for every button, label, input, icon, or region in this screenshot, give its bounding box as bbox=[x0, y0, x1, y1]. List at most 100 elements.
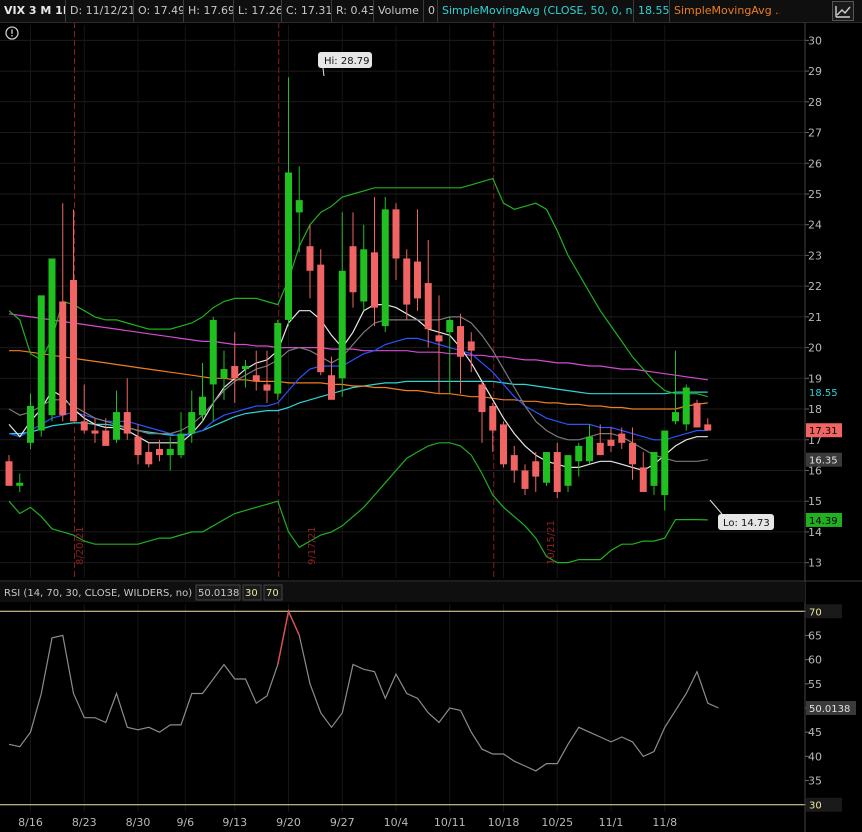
candle-body bbox=[48, 258, 56, 416]
candle-body bbox=[102, 430, 110, 446]
candle-body bbox=[263, 384, 271, 391]
volume-label: Volume bbox=[374, 0, 424, 22]
candle-body bbox=[596, 442, 604, 456]
price-tick-label: 19 bbox=[808, 372, 822, 385]
rsi-tick-label: 60 bbox=[808, 654, 822, 667]
tag-text: 30 bbox=[809, 801, 822, 812]
candle-body bbox=[414, 261, 421, 299]
candle-body bbox=[360, 249, 368, 302]
candle-body bbox=[489, 405, 497, 431]
hi-label: Hi: 28.79 bbox=[324, 56, 369, 67]
price-tick-label: 26 bbox=[808, 157, 822, 170]
price-tick-label: 21 bbox=[808, 311, 822, 324]
candle-body bbox=[252, 375, 260, 382]
open-readout: O: 17.49 bbox=[134, 0, 184, 22]
rsi-70-tag: 70 bbox=[806, 604, 842, 619]
alert-icon[interactable] bbox=[5, 26, 19, 40]
time-tick-label: 10/4 bbox=[384, 816, 409, 829]
candle-body bbox=[274, 323, 282, 394]
tag-text: 17.31 bbox=[809, 426, 838, 437]
candle-body bbox=[618, 433, 626, 443]
candle-body bbox=[682, 387, 690, 425]
sma-other-label[interactable]: SimpleMovingAvg ... bbox=[670, 0, 780, 22]
study-header-bar: VIX 3 M 1D D: 11/12/21 O: 17.49 H: 17.69… bbox=[0, 0, 862, 23]
low-readout: L: 17.26 bbox=[234, 0, 282, 22]
price-tick-label: 24 bbox=[808, 219, 822, 232]
close-price-tag: 17.31 bbox=[806, 423, 842, 438]
candle-body bbox=[543, 452, 550, 483]
trend-settings-icon bbox=[835, 6, 851, 18]
candle-body bbox=[607, 439, 615, 446]
candle-body bbox=[403, 258, 411, 305]
candle-body bbox=[220, 369, 228, 379]
candle-body bbox=[500, 424, 507, 465]
candle-body bbox=[134, 436, 142, 456]
candle-body bbox=[693, 402, 701, 428]
candle-body bbox=[338, 270, 346, 379]
candle-body bbox=[80, 421, 88, 431]
rsi-30-tag: 30 bbox=[806, 797, 842, 812]
candle-body bbox=[199, 396, 206, 416]
rsi-tick-label: 40 bbox=[808, 750, 822, 763]
price-tick-label: 27 bbox=[808, 127, 822, 140]
candle-body bbox=[392, 209, 400, 259]
high-readout: H: 17.69 bbox=[184, 0, 234, 22]
candle-body bbox=[242, 366, 249, 370]
price-tick-label: 18 bbox=[808, 403, 822, 416]
time-tick-label: 11/1 bbox=[599, 816, 624, 829]
candle-body bbox=[629, 442, 636, 465]
candle-body bbox=[521, 470, 529, 489]
candle-body bbox=[295, 200, 303, 213]
candle-body bbox=[661, 430, 669, 496]
hi-callout: Hi: 28.79 bbox=[318, 52, 372, 77]
candle-body bbox=[306, 246, 314, 271]
candle-body bbox=[575, 445, 583, 462]
price-tags: 18.55 17.31 16.35 14.39 70 50.0138 30 bbox=[806, 385, 856, 812]
sma50-label[interactable]: SimpleMovingAvg (CLOSE, 50, 0, no) bbox=[438, 0, 634, 22]
time-tick-label: 11/8 bbox=[652, 816, 677, 829]
time-tick-label: 8/23 bbox=[72, 816, 97, 829]
candle-body bbox=[123, 412, 131, 434]
candle-body bbox=[467, 341, 475, 351]
time-tick-label: 8/16 bbox=[18, 816, 43, 829]
candle-body bbox=[457, 326, 464, 357]
gray-avg-price-tag: 16.35 bbox=[806, 452, 842, 467]
price-tick-label: 15 bbox=[808, 495, 822, 508]
candle-body bbox=[209, 319, 217, 385]
price-tick-label: 13 bbox=[808, 557, 822, 570]
candle-body bbox=[704, 424, 712, 431]
overlay-lines bbox=[8, 177, 708, 564]
time-tick-label: 10/11 bbox=[434, 816, 466, 829]
price-tick-label: 25 bbox=[808, 188, 822, 201]
tag-text: 14.39 bbox=[809, 516, 838, 527]
candle-body bbox=[532, 461, 540, 477]
date-readout: D: 11/12/21 bbox=[66, 0, 134, 22]
candle-body bbox=[156, 448, 163, 456]
time-tick-label: 9/20 bbox=[276, 816, 301, 829]
vline-label-1: 8/20/21 bbox=[75, 526, 86, 565]
candle-body bbox=[650, 452, 658, 486]
candle-body bbox=[349, 246, 357, 293]
tag-text: 70 bbox=[809, 607, 822, 618]
candle-body bbox=[553, 452, 561, 492]
chart-settings-button[interactable] bbox=[832, 1, 854, 21]
rsi-value-tag: 50.0138 bbox=[806, 701, 856, 715]
candle-body bbox=[586, 436, 593, 462]
price-tick-label: 20 bbox=[808, 342, 822, 355]
rsi-header-label: RSI (14, 70, 30, CLOSE, WILDERS, no) bbox=[4, 588, 192, 599]
tag-text: 50.0138 bbox=[809, 704, 850, 715]
candle-body bbox=[27, 405, 34, 443]
candle-body bbox=[5, 461, 13, 486]
price-tick-label: 22 bbox=[808, 280, 822, 293]
rsi-tick-label: 35 bbox=[808, 775, 822, 788]
overlay-orange-average bbox=[9, 350, 708, 410]
lo-callout: Lo: 14.73 bbox=[709, 499, 774, 530]
symbol-label[interactable]: VIX 3 M 1D bbox=[0, 0, 66, 22]
candle-body bbox=[91, 430, 99, 434]
sma50-value: 18.55 bbox=[634, 0, 670, 22]
candle-body bbox=[328, 375, 335, 400]
rsi-plot bbox=[0, 609, 805, 806]
price-tick-label: 30 bbox=[808, 34, 822, 47]
rsi-header-value: 50.0138 bbox=[198, 588, 239, 599]
candle-body bbox=[381, 209, 389, 327]
